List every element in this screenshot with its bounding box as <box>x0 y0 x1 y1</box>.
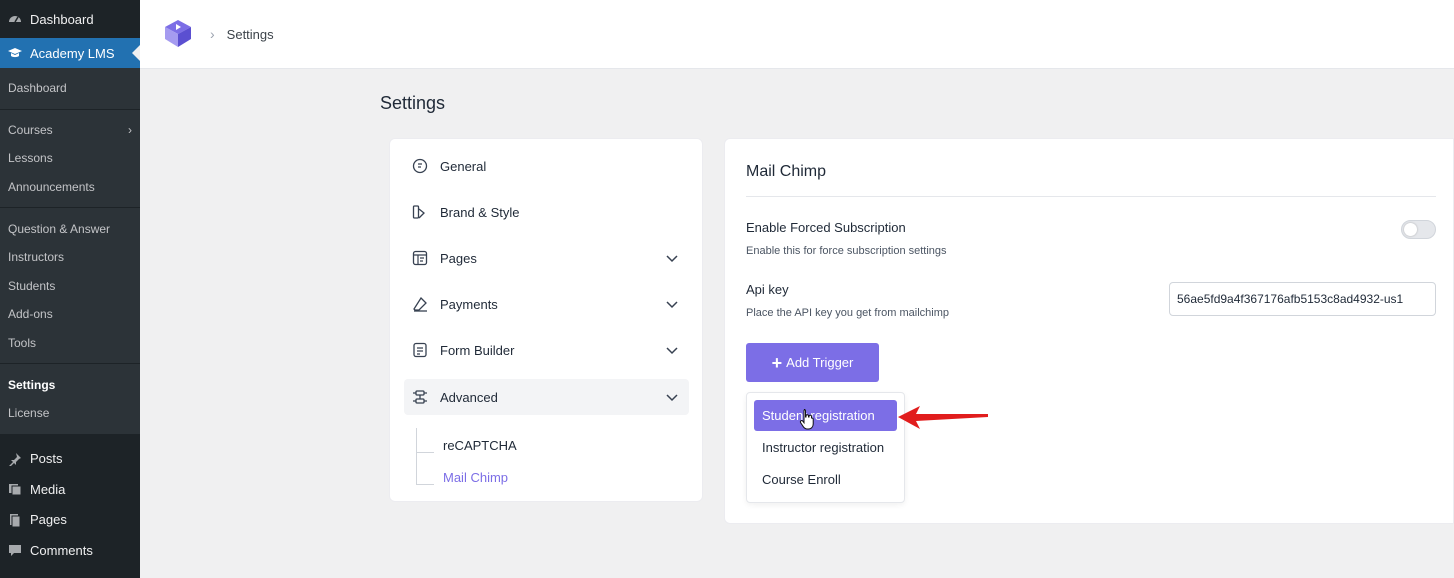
submenu-question-answer[interactable]: Question & Answer <box>0 214 140 243</box>
nav-item-form-builder[interactable]: Form Builder <box>404 332 689 368</box>
wp-menu-posts-label: Posts <box>30 451 63 467</box>
subnav-tree-branch <box>416 484 434 485</box>
subnav-tree-line <box>416 428 417 484</box>
submenu-license[interactable]: License <box>0 399 140 428</box>
chevron-down-icon[interactable] <box>665 297 679 311</box>
panel-divider <box>746 196 1436 197</box>
submenu-settings-label: Settings <box>8 377 56 392</box>
submenu-students[interactable]: Students <box>0 272 140 301</box>
submenu-tools-label: Tools <box>8 336 37 351</box>
api-key-help: Place the API key you get from mailchimp <box>746 307 949 319</box>
nav-item-label: Pages <box>440 250 477 266</box>
submenu-divider <box>0 207 140 209</box>
wp-menu-media[interactable]: Media <box>0 474 140 505</box>
layout-icon <box>412 250 428 266</box>
submenu-students-label: Students <box>8 278 56 293</box>
submenu-license-label: License <box>8 406 50 421</box>
form-icon <box>412 342 428 358</box>
trigger-dropdown: Student registration Instructor registra… <box>746 392 905 503</box>
submenu-courses[interactable]: Courses › <box>0 116 140 145</box>
submenu-tools[interactable]: Tools <box>0 329 140 358</box>
submenu-add-ons[interactable]: Add-ons <box>0 300 140 329</box>
wp-menu-media-label: Media <box>30 481 66 497</box>
page-title: Settings <box>380 93 446 113</box>
submenu-lessons[interactable]: Lessons <box>0 144 140 173</box>
wp-admin-sidebar: Dashboard Academy LMS Dashboard Courses … <box>0 0 140 578</box>
eraser-icon <box>412 296 428 312</box>
hand-cursor-icon <box>799 408 815 430</box>
mailchimp-panel: Mail Chimp Enable Forced Subscription En… <box>724 138 1454 524</box>
palette-icon <box>412 158 428 174</box>
academy-submenu: Dashboard Courses › Lessons Announcement… <box>0 68 140 434</box>
nav-item-label: General <box>440 158 487 174</box>
submenu-dashboard[interactable]: Dashboard <box>0 74 140 103</box>
dashboard-icon <box>8 12 22 26</box>
media-icon <box>8 482 22 496</box>
submenu-lessons-label: Lessons <box>8 151 53 166</box>
graduation-cap-icon <box>8 46 22 60</box>
settings-nav: General Brand & Style Pages Payments For… <box>389 138 703 502</box>
subnav-recaptcha[interactable]: reCAPTCHA <box>443 438 517 453</box>
add-trigger-label: Add Trigger <box>786 355 854 370</box>
submenu-divider <box>0 108 140 110</box>
wp-menu-pages[interactable]: Pages <box>0 505 140 536</box>
submenu-settings[interactable]: Settings <box>0 370 140 399</box>
submenu-courses-label: Courses <box>8 122 53 137</box>
sliders-icon <box>412 389 428 405</box>
wp-menu-academy-lms[interactable]: Academy LMS <box>0 38 140 68</box>
chevron-right-icon: › <box>128 122 132 137</box>
breadcrumb[interactable]: Settings <box>227 27 274 42</box>
nav-item-label: Advanced <box>440 389 498 405</box>
subnav-tree-branch <box>416 452 434 453</box>
pages-icon <box>8 513 22 528</box>
panel-title: Mail Chimp <box>746 163 827 180</box>
wp-menu-academy-lms-label: Academy LMS <box>30 45 115 61</box>
trigger-option-course-enroll[interactable]: Course Enroll <box>754 464 897 495</box>
submenu-question-answer-label: Question & Answer <box>8 221 111 236</box>
wp-menu-dashboard-label: Dashboard <box>30 11 94 27</box>
annotation-arrow-icon <box>896 403 990 431</box>
forced-subscription-help: Enable this for force subscription setti… <box>746 245 947 257</box>
wp-menu-posts[interactable]: Posts <box>0 444 140 475</box>
nav-item-general[interactable]: General <box>404 148 689 184</box>
app-header: › Settings <box>140 0 1454 69</box>
submenu-announcements[interactable]: Announcements <box>0 173 140 202</box>
submenu-instructors-label: Instructors <box>8 250 65 265</box>
chevron-down-icon[interactable] <box>665 251 679 265</box>
trigger-option-instructor-registration[interactable]: Instructor registration <box>754 432 897 463</box>
nav-item-label: Brand & Style <box>440 204 520 220</box>
chevron-right-icon: › <box>210 26 215 42</box>
wp-menu-comments[interactable]: Comments <box>0 535 140 566</box>
nav-item-label: Payments <box>440 296 498 312</box>
subnav-mail-chimp[interactable]: Mail Chimp <box>443 470 508 485</box>
trigger-option-student-registration[interactable]: Student registration <box>754 400 897 431</box>
academy-logo-icon[interactable] <box>162 18 194 50</box>
toggle-knob <box>1404 223 1417 236</box>
pin-icon <box>8 452 22 467</box>
wp-menu-pages-label: Pages <box>30 512 67 528</box>
nav-item-label: Form Builder <box>440 342 515 358</box>
wp-menu-dashboard[interactable]: Dashboard <box>0 0 140 38</box>
forced-subscription-toggle[interactable] <box>1401 220 1436 239</box>
comments-icon <box>8 543 22 557</box>
nav-item-pages[interactable]: Pages <box>404 240 689 276</box>
nav-item-payments[interactable]: Payments <box>404 286 689 322</box>
submenu-divider <box>0 363 140 365</box>
brush-icon <box>412 204 428 220</box>
submenu-dashboard-label: Dashboard <box>8 81 67 96</box>
forced-subscription-label: Enable Forced Subscription <box>746 220 906 235</box>
api-key-input[interactable] <box>1169 282 1436 316</box>
nav-item-brand-style[interactable]: Brand & Style <box>404 194 689 230</box>
submenu-add-ons-label: Add-ons <box>8 307 53 322</box>
nav-item-advanced[interactable]: Advanced <box>404 379 689 415</box>
submenu-instructors[interactable]: Instructors <box>0 243 140 272</box>
api-key-label: Api key <box>746 282 789 297</box>
chevron-down-icon[interactable] <box>665 343 679 357</box>
add-trigger-button[interactable]: + Add Trigger <box>746 343 879 382</box>
plus-icon: + <box>771 352 783 373</box>
submenu-announcements-label: Announcements <box>8 180 95 195</box>
chevron-down-icon[interactable] <box>665 390 679 404</box>
wp-menu-comments-label: Comments <box>30 542 93 558</box>
